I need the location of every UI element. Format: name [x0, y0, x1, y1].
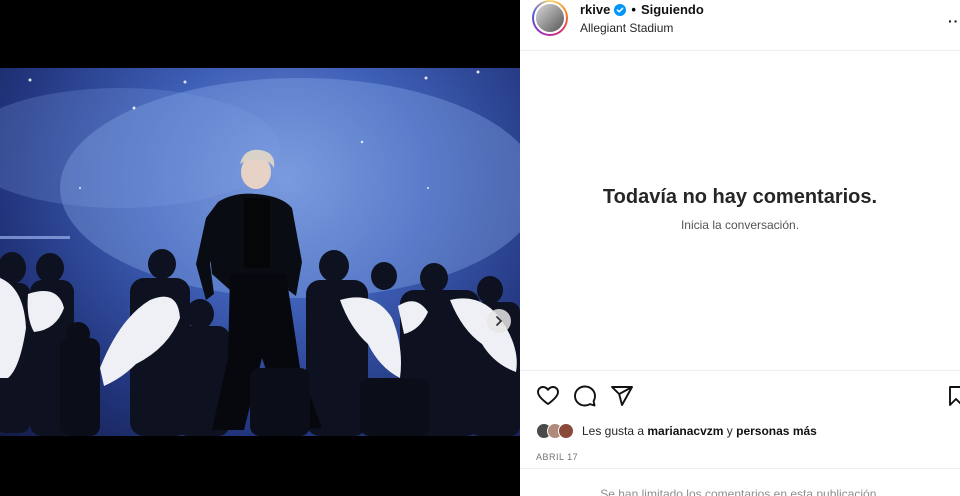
following-button[interactable]: Siguiendo [641, 2, 704, 17]
avatar [558, 423, 574, 439]
more-horizontal-icon: ·· [948, 13, 960, 29]
comment-icon[interactable] [573, 384, 597, 408]
carousel-next-button[interactable] [487, 309, 511, 333]
likes-prefix: Les gusta a [582, 424, 645, 438]
story-ring[interactable] [532, 0, 568, 36]
likes-summary: Les gusta a marianacvzm y personas más [536, 423, 817, 439]
others-likes-link[interactable]: personas más [736, 424, 817, 438]
heart-icon[interactable] [536, 384, 560, 408]
post-photo[interactable] [0, 68, 520, 436]
post-header: rkive • Siguiendo Allegiant Stadium ·· [520, 0, 960, 51]
comments-area [520, 52, 960, 370]
divider [520, 468, 960, 469]
liker-username-link[interactable]: marianacvzm [647, 424, 723, 438]
more-options-button[interactable]: ·· [948, 13, 959, 29]
divider [520, 370, 960, 371]
chevron-right-icon [496, 316, 503, 326]
concert-scene [0, 70, 520, 436]
media-pane [0, 0, 520, 496]
post-side-panel: rkive • Siguiendo Allegiant Stadium ·· T… [520, 0, 960, 496]
username-link[interactable]: rkive [580, 2, 610, 17]
user-line: rkive • Siguiendo [580, 2, 704, 17]
likes-joiner: y [726, 424, 733, 438]
post-date[interactable]: ABRIL 17 [536, 452, 578, 462]
empty-comments-subtitle: Inicia la conversación. [680, 218, 800, 232]
avatar[interactable] [534, 2, 566, 34]
bookmark-icon[interactable] [948, 384, 960, 408]
separator-dot: • [631, 2, 636, 17]
empty-comments-title: Todavía no hay comentarios. [602, 186, 878, 208]
verified-badge-icon [614, 3, 627, 16]
location-link[interactable]: Allegiant Stadium [580, 21, 673, 35]
liker-avatars [536, 423, 574, 439]
share-icon[interactable] [610, 384, 634, 408]
limited-comments-notice: Se han limitado los comentarios en esta … [600, 487, 880, 496]
